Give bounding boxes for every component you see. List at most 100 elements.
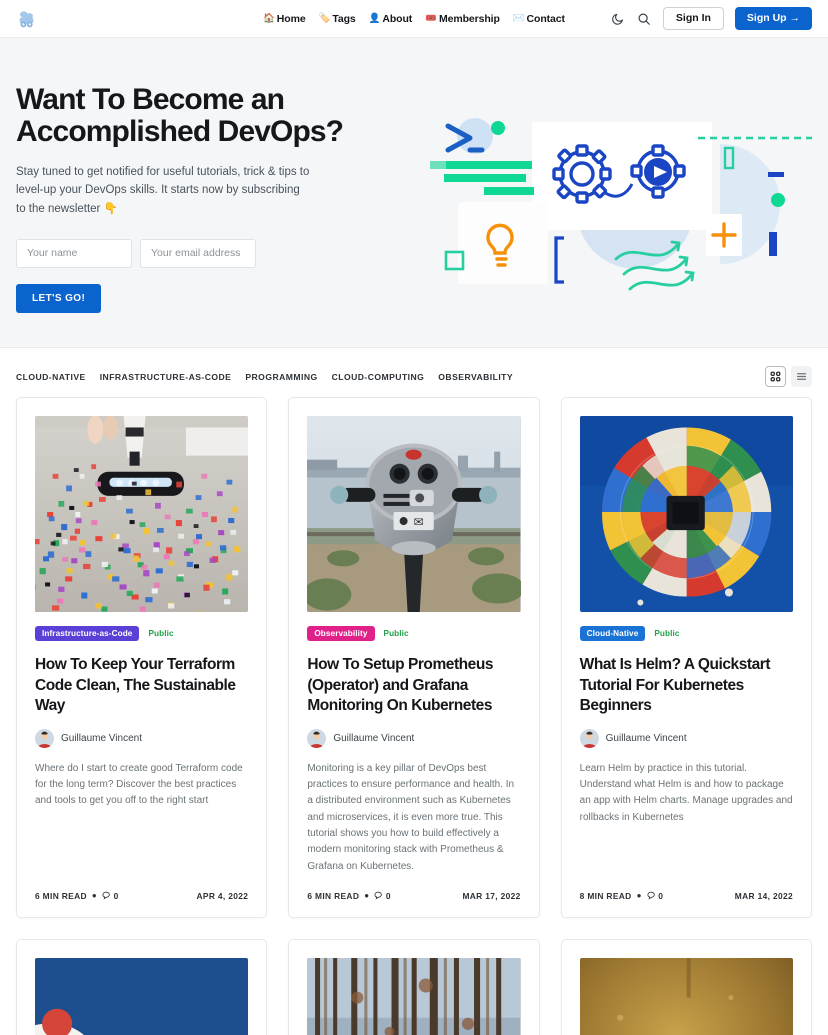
post-image-vacuum-confetti[interactable]: [35, 416, 249, 612]
comment-count: 0: [113, 890, 119, 901]
hero-subtitle: Stay tuned to get notified for useful tu…: [16, 165, 310, 216]
post-date: APR 4, 2022: [196, 890, 249, 901]
comment-count-wrap: 0: [102, 891, 119, 901]
svg-text:✉: ✉: [414, 515, 424, 529]
comment-icon: [102, 892, 110, 900]
post-title[interactable]: How To Keep Your Terraform Code Clean, T…: [35, 655, 248, 717]
header-actions: Sign In Sign Up →: [611, 7, 812, 30]
tag-infrastructure-as-code[interactable]: INFRASTRUCTURE-AS-CODE: [100, 372, 232, 382]
post-image-golden-texture[interactable]: [579, 957, 793, 1035]
sign-in-button[interactable]: Sign In: [662, 7, 724, 30]
moon-icon[interactable]: [611, 11, 626, 26]
author-block: Guillaume Vincent: [35, 728, 248, 748]
site-header: 🏠 Home 🏷️ Tags 👤 About 🎟️ Membership ✉️ …: [0, 0, 828, 38]
table-row[interactable]: [288, 938, 540, 1035]
nav-label-membership: Membership: [438, 12, 500, 25]
meta-left: 8 MIN READ ● 0: [580, 891, 664, 901]
status-badge[interactable]: Observability: [307, 626, 375, 641]
author-name[interactable]: Guillaume Vincent: [333, 733, 414, 744]
post-image-winter-forest[interactable]: [307, 957, 521, 1035]
avatar: [307, 728, 327, 748]
meta-separator: ●: [91, 891, 98, 901]
main-navigation: 🏠 Home 🏷️ Tags 👤 About 🎟️ Membership ✉️ …: [263, 13, 565, 25]
avatar: [35, 728, 54, 748]
post-title[interactable]: How To Setup Prometheus (Operator) and G…: [307, 655, 520, 717]
newsletter-submit-button[interactable]: LET'S GO!: [16, 283, 102, 313]
author-name[interactable]: Guillaume Vincent: [61, 733, 142, 744]
table-row[interactable]: Cloud-Native Public What Is Helm? A Quic…: [560, 397, 812, 918]
visibility-label: Public: [383, 629, 409, 638]
post-excerpt: Where do I start to create good Terrafor…: [35, 762, 243, 807]
badge-row: Cloud-Native Public: [579, 626, 793, 641]
nav-item-home[interactable]: 🏠 Home: [263, 13, 306, 25]
avatar: [579, 728, 599, 748]
tag-list: CLOUD-NATIVE INFRASTRUCTURE-AS-CODE PROG…: [16, 372, 513, 382]
author-name[interactable]: Guillaume Vincent: [606, 733, 687, 744]
comment-icon: [647, 892, 655, 900]
nav-label-contact: Contact: [526, 12, 565, 25]
badge-row: Infrastructure-as-Code Public: [35, 626, 248, 641]
author-block: Guillaume Vincent: [307, 728, 520, 748]
nav-item-tags[interactable]: 🏷️ Tags: [319, 13, 356, 25]
comment-count: 0: [385, 890, 391, 901]
post-content: Infrastructure-as-Code Public How To Kee…: [17, 612, 266, 875]
search-icon[interactable]: [637, 11, 652, 26]
meta-left: 6 MIN READ ● 0: [35, 891, 119, 901]
nav-item-contact[interactable]: ✉️ Contact: [513, 13, 565, 25]
table-row[interactable]: [560, 938, 812, 1035]
nav-item-membership[interactable]: 🎟️ Membership: [425, 13, 500, 25]
tag-cloud-computing[interactable]: CLOUD-COMPUTING: [332, 372, 425, 382]
post-image-blue-sign-curve[interactable]: [35, 957, 249, 1035]
site-logo[interactable]: [16, 9, 38, 29]
read-time: 8 MIN READ: [579, 890, 632, 901]
table-row[interactable]: Infrastructure-as-Code Public How To Kee…: [16, 397, 268, 918]
table-row[interactable]: ✉ Observability Public How To Setup Prom…: [288, 397, 540, 918]
read-time: 6 MIN READ: [307, 890, 360, 901]
nav-item-about[interactable]: 👤 About: [369, 13, 413, 25]
tag-observability[interactable]: OBSERVABILITY: [438, 372, 513, 382]
sign-up-button[interactable]: Sign Up →: [734, 7, 812, 30]
list-view-icon[interactable]: [791, 366, 812, 387]
badge-row: Observability Public: [307, 626, 520, 641]
visibility-label: Public: [654, 629, 680, 638]
post-meta: 6 MIN READ ● 0 APR 4, 2022: [17, 891, 266, 917]
post-content: Cloud-Native Public What Is Helm? A Quic…: [562, 612, 811, 875]
nav-label-home: Home: [276, 12, 306, 25]
tag-cloud-native[interactable]: CLOUD-NATIVE: [16, 372, 86, 382]
post-date: MAR 14, 2022: [734, 890, 793, 901]
post-image-hot-air-balloon[interactable]: [579, 416, 793, 612]
newsletter-name-input[interactable]: [16, 238, 132, 268]
post-grid: Infrastructure-as-Code Public How To Kee…: [0, 397, 828, 1035]
post-title[interactable]: What Is Helm? A Quickstart Tutorial For …: [580, 655, 793, 717]
person-icon: 👤: [368, 12, 381, 24]
status-badge[interactable]: Infrastructure-as-Code: [35, 626, 140, 641]
view-toggle-group: [765, 366, 812, 387]
post-content: Observability Public How To Setup Promet…: [289, 612, 538, 875]
hero-illustration: [420, 104, 820, 304]
newsletter-email-input[interactable]: [140, 238, 256, 268]
author-block: Guillaume Vincent: [579, 728, 793, 748]
tag-filter-bar: CLOUD-NATIVE INFRASTRUCTURE-AS-CODE PROG…: [0, 348, 828, 397]
house-icon: 🏠: [263, 12, 275, 24]
hero-title: Want To Become an Accomplished DevOps?: [16, 83, 344, 149]
post-meta: 8 MIN READ ● 0 MAR 14, 2022: [562, 891, 811, 917]
status-badge[interactable]: Cloud-Native: [579, 626, 646, 641]
ticket-icon: 🎟️: [425, 12, 437, 24]
read-time: 6 MIN READ: [35, 890, 87, 901]
post-excerpt: Learn Helm by practice in this tutorial.…: [579, 762, 793, 823]
meta-separator: ●: [636, 891, 642, 901]
meta-left: 6 MIN READ ● 0: [307, 891, 391, 901]
comment-count-wrap: 0: [374, 891, 391, 901]
comment-icon: [374, 892, 383, 900]
post-date: MAR 17, 2022: [462, 890, 521, 901]
nav-label-tags: Tags: [332, 12, 356, 25]
post-image-tower-viewer[interactable]: ✉: [307, 416, 521, 612]
comment-count-wrap: 0: [647, 891, 664, 901]
grid-view-icon[interactable]: [765, 366, 786, 387]
post-excerpt: Monitoring is a key pillar of DevOps bes…: [307, 762, 515, 872]
tag-programming[interactable]: PROGRAMMING: [245, 372, 317, 382]
hero-section: Want To Become an Accomplished DevOps? S…: [0, 38, 828, 348]
table-row[interactable]: [16, 938, 268, 1035]
envelope-icon: ✉️: [512, 12, 525, 24]
visibility-label: Public: [148, 629, 174, 638]
